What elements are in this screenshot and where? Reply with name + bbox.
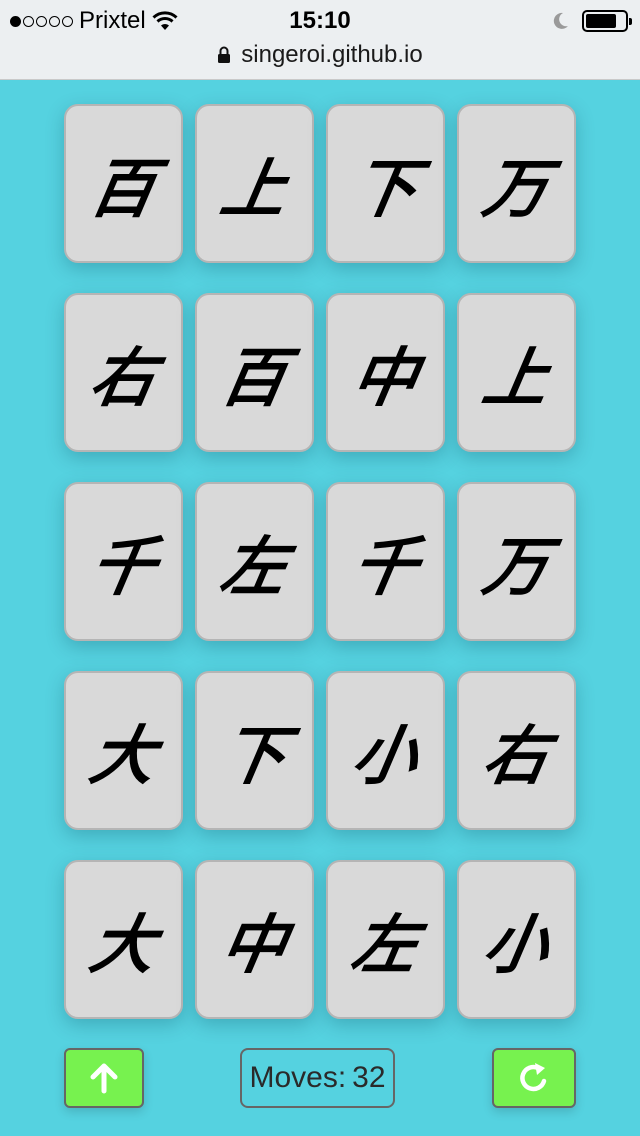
card-character: 万: [476, 530, 554, 605]
card-character: 小: [345, 719, 423, 794]
card-character: 中: [214, 908, 292, 983]
memory-card[interactable]: 中: [326, 293, 445, 452]
memory-card[interactable]: 万: [457, 104, 576, 263]
memory-card[interactable]: 右: [64, 293, 183, 452]
card-character: 小: [476, 908, 554, 983]
card-character: 百: [214, 341, 292, 416]
memory-card[interactable]: 左: [195, 482, 314, 641]
restart-button[interactable]: [492, 1048, 576, 1108]
memory-card[interactable]: 下: [195, 671, 314, 830]
card-character: 左: [345, 908, 423, 983]
card-character: 左: [214, 530, 292, 605]
browser-chrome: Prixtel 15:10 singeroi.github.io: [0, 0, 640, 80]
battery-icon: [582, 10, 632, 32]
card-character: 百: [83, 152, 161, 227]
moves-count: 32: [352, 1061, 386, 1094]
memory-card[interactable]: 中: [195, 860, 314, 1019]
moves-counter: Moves: 32: [240, 1048, 395, 1108]
card-character: 千: [345, 530, 423, 605]
moves-label: Moves:: [249, 1061, 347, 1094]
memory-card[interactable]: 右: [457, 671, 576, 830]
url-bar[interactable]: singeroi.github.io: [0, 40, 640, 70]
card-character: 大: [83, 908, 161, 983]
card-character: 千: [83, 530, 161, 605]
arrow-up-icon: [90, 1063, 118, 1094]
moon-icon: [553, 12, 568, 29]
url-text: singeroi.github.io: [241, 41, 423, 68]
status-time: 15:10: [289, 7, 351, 34]
card-character: 大: [83, 719, 161, 794]
memory-card[interactable]: 左: [326, 860, 445, 1019]
memory-card[interactable]: 万: [457, 482, 576, 641]
card-character: 下: [345, 152, 423, 227]
memory-card[interactable]: 千: [326, 482, 445, 641]
memory-card[interactable]: 小: [326, 671, 445, 830]
card-character: 上: [476, 341, 554, 416]
memory-card[interactable]: 小: [457, 860, 576, 1019]
card-character: 上: [214, 152, 292, 227]
memory-card[interactable]: 上: [457, 293, 576, 452]
memory-card[interactable]: 下: [326, 104, 445, 263]
card-character: 万: [476, 152, 554, 227]
memory-card[interactable]: 百: [64, 104, 183, 263]
card-grid: 百 上 下 万 右 百 中 上 千 左 千 万 大 下 小 右 大 中 左 小: [64, 104, 576, 1019]
scroll-up-button[interactable]: [64, 1048, 144, 1108]
card-character: 下: [214, 719, 292, 794]
card-character: 右: [476, 719, 554, 794]
status-right: [550, 8, 632, 34]
memory-card[interactable]: 千: [64, 482, 183, 641]
memory-card[interactable]: 大: [64, 671, 183, 830]
restart-icon: [520, 1063, 547, 1092]
card-character: 右: [83, 341, 161, 416]
memory-card[interactable]: 上: [195, 104, 314, 263]
memory-card[interactable]: 大: [64, 860, 183, 1019]
card-character: 中: [345, 341, 423, 416]
lock-icon: [218, 46, 231, 63]
memory-card[interactable]: 百: [195, 293, 314, 452]
